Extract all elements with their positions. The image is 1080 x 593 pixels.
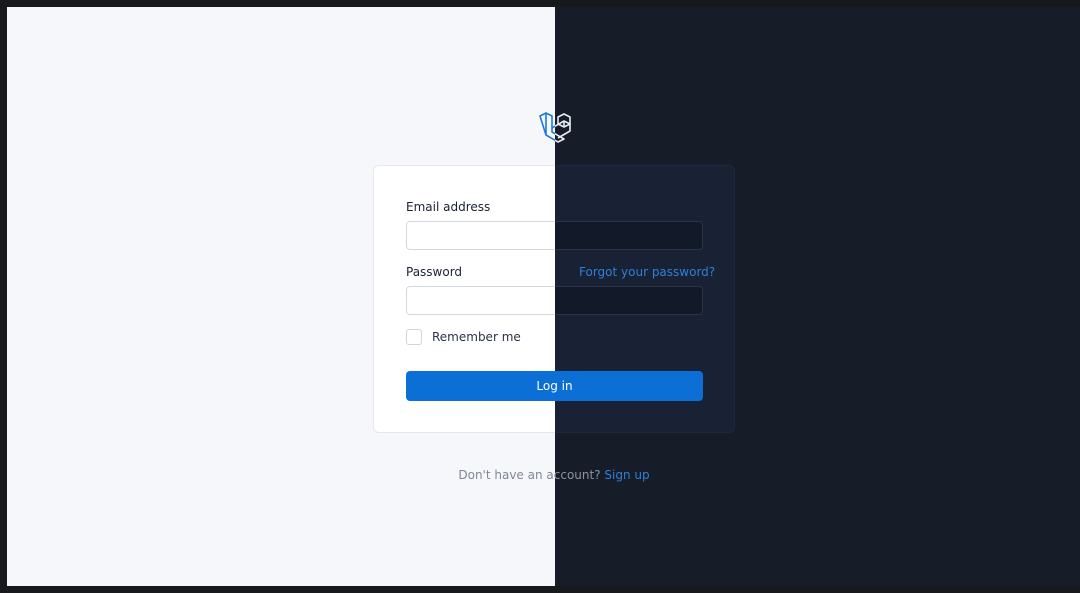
email-label: Email address [406,200,491,214]
app-viewport: Email address Password Forgot your passw… [7,7,1080,586]
password-label: Password [406,265,463,279]
remember-me-label: Remember me [432,330,521,344]
forgot-password-link[interactable]: Forgot your password? [579,265,715,279]
remember-me-checkbox[interactable] [406,329,422,345]
sign-up-link[interactable]: Sign up [604,468,649,482]
